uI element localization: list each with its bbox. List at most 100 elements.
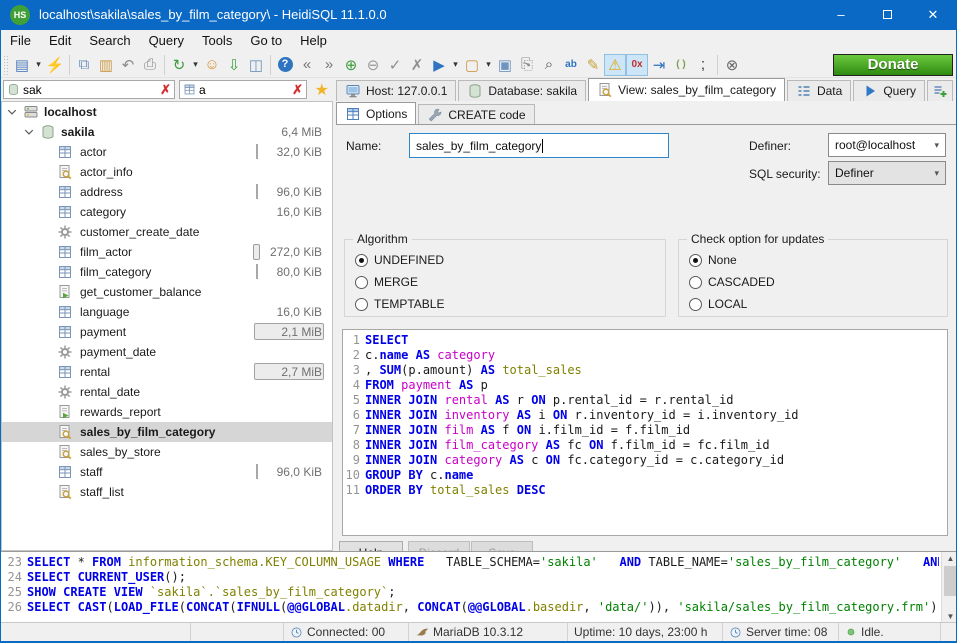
execute-caret-icon[interactable]: ▾ xyxy=(450,54,461,76)
refresh-icon[interactable]: ↻ xyxy=(168,54,190,76)
menu-edit[interactable]: Edit xyxy=(40,30,80,52)
scrollbar-thumb[interactable] xyxy=(944,566,957,596)
next-result-icon[interactable]: ⇥ xyxy=(648,54,670,76)
tab-host-127-0-0-1[interactable]: Host: 127.0.0.1 xyxy=(336,80,456,101)
post-edit-icon[interactable]: ✓ xyxy=(384,54,406,76)
clear-table-filter-button[interactable]: ✗ xyxy=(289,82,306,98)
disconnect-icon[interactable]: ⚡ xyxy=(44,54,66,76)
database-filter-input[interactable]: sak ✗ xyxy=(3,80,175,99)
tab-query[interactable]: Query xyxy=(853,80,925,101)
menu-file[interactable]: File xyxy=(1,30,40,52)
tree-item-payment[interactable]: payment2,1 MiB xyxy=(2,322,332,342)
tree-item-language[interactable]: language16,0 KiB xyxy=(2,302,332,322)
execute-sql-icon[interactable]: ▶ xyxy=(428,54,450,76)
open-file-icon[interactable]: ▢ xyxy=(461,54,483,76)
tree-item-actor[interactable]: actor32,0 KiB xyxy=(2,142,332,162)
reformat-icon[interactable]: ✎ xyxy=(582,54,604,76)
warnings-icon[interactable]: ⚠ xyxy=(604,54,626,76)
session-manager-icon[interactable]: ▤ xyxy=(11,54,33,76)
save-file-icon[interactable]: ▣ xyxy=(494,54,516,76)
close-button[interactable]: ✕ xyxy=(910,0,956,30)
session-caret-icon[interactable]: ▾ xyxy=(33,54,44,76)
open-caret-icon[interactable]: ▾ xyxy=(483,54,494,76)
tree-item-staff[interactable]: staff96,0 KiB xyxy=(2,462,332,482)
toolbar-grip[interactable] xyxy=(3,55,9,75)
log-scrollbar[interactable]: ▲ ▼ xyxy=(941,552,957,622)
tab-database-sakila[interactable]: Database: sakila xyxy=(458,80,586,101)
scroll-down-icon[interactable]: ▼ xyxy=(942,612,957,621)
undo-icon[interactable]: ↶ xyxy=(117,54,139,76)
tree-item-localhost[interactable]: localhost xyxy=(2,102,332,122)
menu-search[interactable]: Search xyxy=(80,30,139,52)
radio-undefined[interactable]: UNDEFINED xyxy=(355,253,444,267)
expand-chevron-icon[interactable] xyxy=(23,126,35,138)
minimize-button[interactable]: – xyxy=(818,0,864,30)
radio-button-icon[interactable] xyxy=(355,254,368,267)
subtab-create-code[interactable]: CREATE code xyxy=(418,104,534,124)
tree-item-sales_by_film_category[interactable]: sales_by_film_category xyxy=(2,422,332,442)
paste-icon[interactable]: ▥ xyxy=(95,54,117,76)
tab-new-query-tab[interactable] xyxy=(927,80,953,101)
tree-item-staff_list[interactable]: staff_list xyxy=(2,482,332,502)
tree-item-rewards_report[interactable]: rewards_report xyxy=(2,402,332,422)
view-sql-editor[interactable]: 1SELECT2c.name AS category3, SUM(p.amoun… xyxy=(342,329,948,536)
menu-query[interactable]: Query xyxy=(140,30,193,52)
tree-item-film_actor[interactable]: film_actor272,0 KiB xyxy=(2,242,332,262)
tree-item-sales_by_store[interactable]: sales_by_store xyxy=(2,442,332,462)
last-row-icon[interactable]: » xyxy=(318,54,340,76)
menu-go-to[interactable]: Go to xyxy=(241,30,291,52)
table-filter-input[interactable]: a ✗ xyxy=(179,80,307,99)
radio-none[interactable]: None xyxy=(689,253,737,267)
radio-cascaded[interactable]: CASCADED xyxy=(689,275,775,289)
save-snippet-icon[interactable]: ◫ xyxy=(245,54,267,76)
export-rows-icon[interactable]: ⇩ xyxy=(223,54,245,76)
user-manager-icon[interactable]: ☺ xyxy=(201,54,223,76)
expand-chevron-icon[interactable] xyxy=(6,106,18,118)
find-icon[interactable]: ⌕ xyxy=(538,54,560,76)
tab-data[interactable]: Data xyxy=(787,80,851,101)
scroll-up-icon[interactable]: ▲ xyxy=(942,554,957,563)
tree-item-actor_info[interactable]: actor_info xyxy=(2,162,332,182)
sql-security-combobox[interactable]: Definer ▾ xyxy=(828,161,946,185)
tree-item-category[interactable]: category16,0 KiB xyxy=(2,202,332,222)
tree-item-rental[interactable]: rental2,7 MiB xyxy=(2,362,332,382)
donate-button[interactable]: Donate xyxy=(833,54,953,76)
maximize-button[interactable] xyxy=(864,0,910,30)
refresh-caret-icon[interactable]: ▾ xyxy=(190,54,201,76)
tree-item-payment_date[interactable]: payment_date xyxy=(2,342,332,362)
radio-button-icon[interactable] xyxy=(689,276,702,289)
radio-button-icon[interactable] xyxy=(355,276,368,289)
menu-tools[interactable]: Tools xyxy=(193,30,241,52)
radio-button-icon[interactable] xyxy=(689,298,702,311)
tree-item-get_customer_balance[interactable]: get_customer_balance xyxy=(2,282,332,302)
radio-local[interactable]: LOCAL xyxy=(689,297,747,311)
subtab-options[interactable]: Options xyxy=(336,102,416,124)
tree-item-customer_create_date[interactable]: customer_create_date xyxy=(2,222,332,242)
radio-button-icon[interactable] xyxy=(355,298,368,311)
semicolon-icon[interactable]: ; xyxy=(692,54,714,76)
cancel-edit-icon[interactable]: ✗ xyxy=(406,54,428,76)
hex-view-icon[interactable]: 0x xyxy=(626,54,648,76)
radio-merge[interactable]: MERGE xyxy=(355,275,418,289)
delete-row-icon[interactable]: ⊖ xyxy=(362,54,384,76)
radio-button-icon[interactable] xyxy=(689,254,702,267)
tree-item-film_category[interactable]: film_category80,0 KiB xyxy=(2,262,332,282)
help-icon[interactable]: ? xyxy=(274,54,296,76)
tree-item-sakila[interactable]: sakila6,4 MiB xyxy=(2,122,332,142)
print-icon[interactable]: ⎙ xyxy=(139,54,161,76)
view-name-input[interactable]: sales_by_film_category xyxy=(409,133,669,158)
tree-item-address[interactable]: address96,0 KiB xyxy=(2,182,332,202)
parentheses-icon[interactable]: ( ) xyxy=(670,54,692,76)
stop-icon[interactable]: ⊗ xyxy=(721,54,743,76)
copy-icon[interactable]: ⧉ xyxy=(73,54,95,76)
first-row-icon[interactable]: « xyxy=(296,54,318,76)
menu-help[interactable]: Help xyxy=(291,30,336,52)
favorites-filter-button[interactable]: ★ xyxy=(315,80,329,100)
definer-combobox[interactable]: root@localhost ▾ xyxy=(828,133,946,157)
radio-temptable[interactable]: TEMPTABLE xyxy=(355,297,444,311)
clear-database-filter-button[interactable]: ✗ xyxy=(157,82,174,98)
save-as-icon[interactable]: ⎘ xyxy=(516,54,538,76)
find-replace-icon[interactable]: ab xyxy=(560,54,582,76)
insert-row-icon[interactable]: ⊕ xyxy=(340,54,362,76)
tree-item-rental_date[interactable]: rental_date xyxy=(2,382,332,402)
